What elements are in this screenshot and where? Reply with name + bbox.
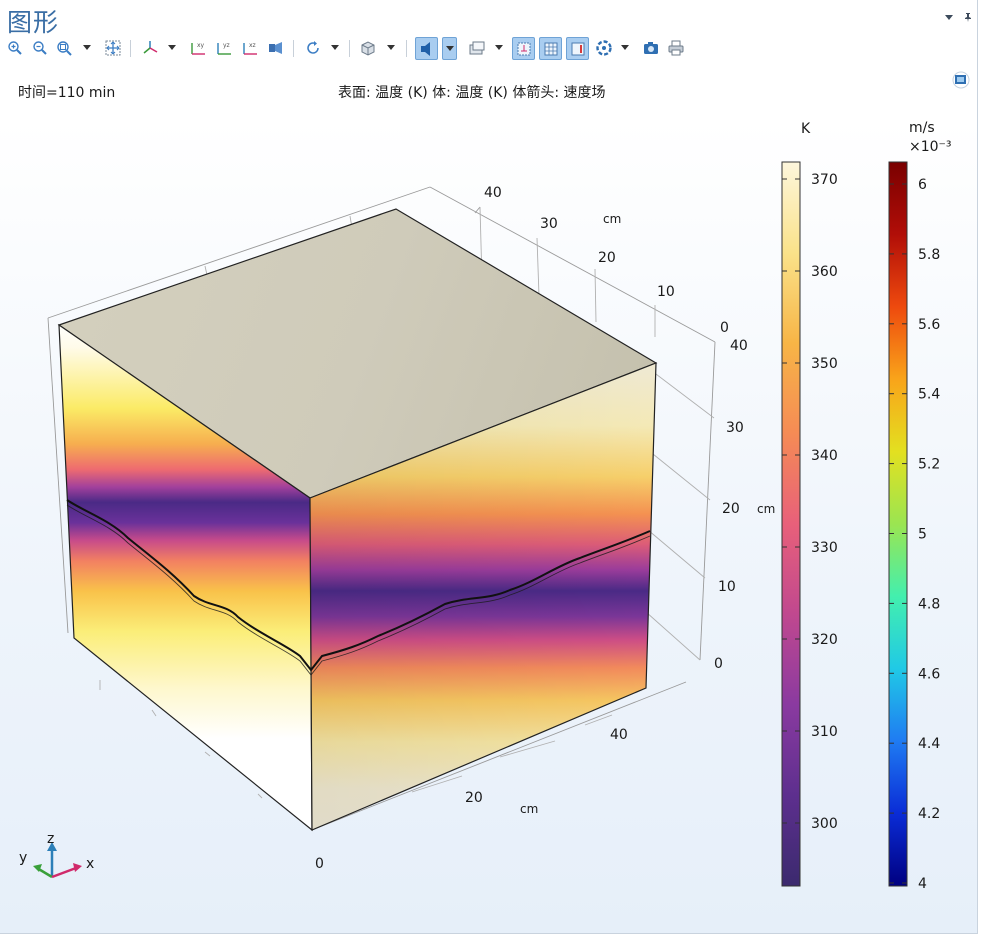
z-tick-label: 20: [722, 501, 740, 517]
snapshot-overlay-icon[interactable]: [952, 71, 970, 89]
axis-orientation-triad: z y x: [19, 831, 94, 879]
velocity-colorbar-gradient: [889, 162, 907, 886]
show-grid-icon[interactable]: [539, 37, 562, 60]
transparency-dropdown-icon[interactable]: [494, 37, 504, 59]
rotate-dropdown-icon[interactable]: [330, 37, 340, 59]
x-tick-label: 40: [610, 727, 628, 743]
velocity-tick-label: 5.6: [918, 317, 940, 333]
temperature-tick-label: 310: [811, 724, 838, 740]
triad-z-label: z: [47, 831, 54, 847]
velocity-tick-label: 5.2: [918, 457, 940, 473]
light-dropdown-icon[interactable]: [442, 37, 457, 60]
y-tick-label: 0: [720, 320, 729, 336]
view-yz-icon[interactable]: yz: [213, 37, 235, 59]
transparency-icon[interactable]: [466, 37, 488, 59]
svg-text:yz: yz: [223, 42, 230, 49]
temperature-tick-label: 360: [811, 264, 838, 280]
y-axis-unit: cm: [603, 212, 621, 226]
image-snapshot-icon[interactable]: [640, 37, 662, 59]
view-xy-icon[interactable]: xy: [187, 37, 209, 59]
scene-light-icon[interactable]: [415, 37, 438, 60]
window-title: 图形: [7, 8, 60, 37]
velocity-tick-label: 4.4: [918, 736, 940, 752]
graphics-canvas[interactable]: 时间=110 min 表面: 温度 (K) 体: 温度 (K) 体箭头: 速度场: [0, 66, 977, 933]
print-icon[interactable]: [665, 37, 687, 59]
velocity-colorbar: m/s ×10⁻³ 4 4.2 4.4 4.6 4.8 5 5.2 5.4 5.6 5.8 6: [888, 120, 952, 892]
zoom-in-icon[interactable]: [4, 37, 26, 59]
time-label: 时间=110 min: [18, 85, 115, 101]
z-tick-label: 10: [718, 579, 736, 595]
camera-projection-icon[interactable]: [265, 37, 287, 59]
rotate-icon[interactable]: [302, 37, 324, 59]
toolbar-separator: [293, 40, 294, 57]
y-tick-label: 30: [540, 216, 558, 232]
show-legends-icon[interactable]: [566, 37, 589, 60]
x-tick-label: 20: [465, 790, 483, 806]
velocity-tick-label: 6: [918, 177, 927, 193]
toolbar-separator: [406, 40, 407, 57]
show-axis-orientation-icon[interactable]: [512, 37, 535, 60]
toolbar-separator: [130, 40, 131, 57]
temperature-tick-label: 340: [811, 448, 838, 464]
temperature-tick-label: 330: [811, 540, 838, 556]
go-to-default-view-icon[interactable]: [139, 37, 161, 59]
temperature-tick-label: 350: [811, 356, 838, 372]
velocity-tick-label: 5: [918, 527, 927, 543]
velocity-tick-label: 5.4: [918, 387, 940, 403]
temperature-tick-label: 300: [811, 816, 838, 832]
x-tick-label: 0: [315, 856, 324, 872]
svg-text:xy: xy: [197, 42, 205, 49]
velocity-multiplier-label: ×10⁻³: [909, 139, 952, 155]
velocity-tick-label: 4.2: [918, 806, 940, 822]
velocity-tick-label: 4.8: [918, 596, 940, 612]
temperature-unit-label: K: [801, 121, 811, 137]
pin-icon[interactable]: [963, 12, 973, 22]
velocity-unit-label: m/s: [909, 120, 935, 136]
svg-text:xz: xz: [249, 42, 256, 49]
zoom-dropdown-icon[interactable]: [82, 37, 92, 59]
triad-y-label: y: [19, 850, 27, 866]
velocity-tick-label: 4.6: [918, 666, 940, 682]
window-controls: [944, 12, 973, 22]
velocity-tick-label: 5.8: [918, 247, 940, 263]
view-dropdown-icon[interactable]: [167, 37, 177, 59]
z-tick-label: 30: [726, 420, 744, 436]
x-axis-unit: cm: [520, 802, 538, 816]
zoom-out-icon[interactable]: [29, 37, 51, 59]
temperature-tick-label: 320: [811, 632, 838, 648]
select-objects-icon[interactable]: [358, 37, 380, 59]
select-dropdown-icon[interactable]: [386, 37, 396, 59]
triad-x-label: x: [86, 856, 94, 872]
zoom-extents-icon[interactable]: [102, 37, 124, 59]
graphics-window: 图形 xy yz xz 时间=110 min 表面: 温度 (K) 体: 温度 …: [0, 0, 978, 934]
graphics-toolbar: xy yz xz: [4, 37, 704, 61]
collapse-arrow-icon[interactable]: [944, 12, 954, 22]
render-settings-icon[interactable]: [593, 37, 615, 59]
temperature-colorbar: K 300 310 320 330 340 350 360 370: [781, 121, 838, 887]
temperature-tick-label: 370: [811, 172, 838, 188]
y-tick-label: 20: [598, 250, 616, 266]
z-tick-label: 0: [714, 656, 723, 672]
z-axis-unit: cm: [757, 502, 775, 516]
z-tick-label: 40: [730, 338, 748, 354]
toolbar-separator: [349, 40, 350, 57]
y-tick-label: 10: [657, 284, 675, 300]
view-xz-icon[interactable]: xz: [239, 37, 261, 59]
render-dropdown-icon[interactable]: [620, 37, 630, 59]
y-tick-label: 40: [484, 185, 502, 201]
velocity-tick-label: 4: [918, 876, 927, 892]
zoom-box-icon[interactable]: [54, 37, 76, 59]
temperature-cube[interactable]: [57, 208, 658, 832]
expression-label: 表面: 温度 (K) 体: 温度 (K) 体箭头: 速度场: [338, 84, 606, 101]
